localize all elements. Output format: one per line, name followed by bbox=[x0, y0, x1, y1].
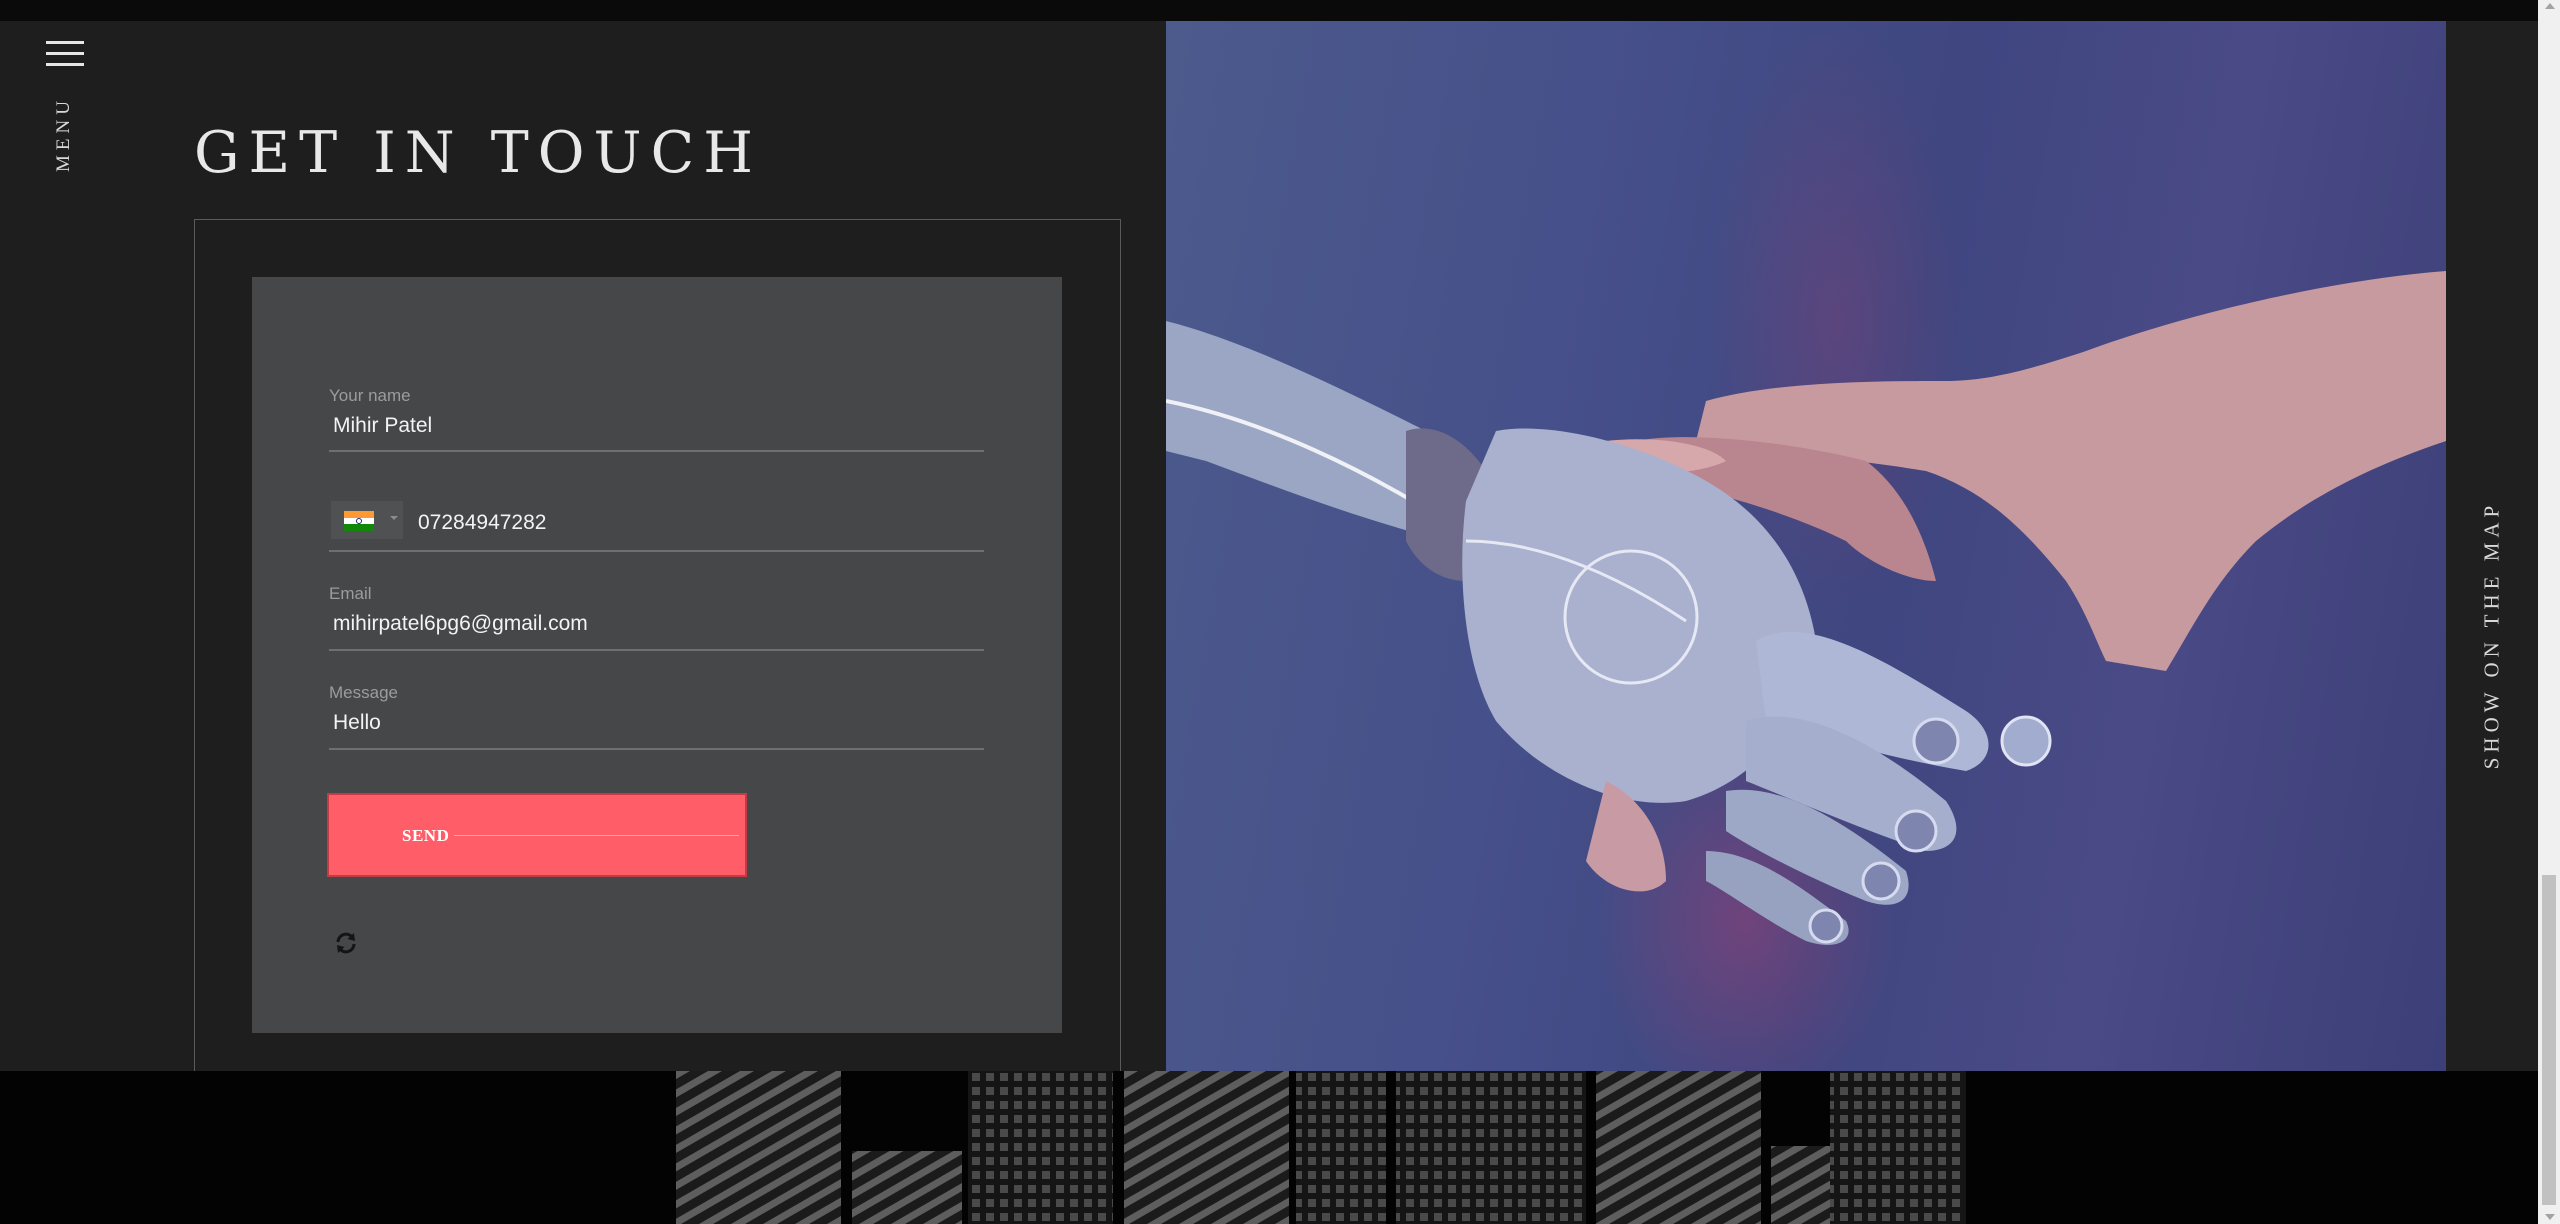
scrollbar-thumb[interactable] bbox=[2542, 875, 2556, 1205]
scrollbar[interactable] bbox=[2538, 0, 2560, 1224]
india-flag-icon bbox=[344, 511, 374, 531]
name-field[interactable]: Your name Mihir Patel bbox=[329, 386, 984, 452]
hamburger-menu-icon[interactable] bbox=[46, 39, 84, 69]
refresh-icon[interactable] bbox=[334, 931, 358, 955]
chevron-down-icon bbox=[390, 516, 398, 520]
menu-label[interactable]: MENU bbox=[53, 96, 75, 172]
show-on-map-link[interactable]: SHOW ON THE MAP bbox=[2480, 501, 2505, 770]
message-label: Message bbox=[329, 683, 398, 702]
send-button[interactable]: SEND bbox=[327, 793, 747, 877]
name-label: Your name bbox=[329, 386, 411, 405]
menu-line bbox=[46, 63, 84, 66]
send-button-label: SEND bbox=[402, 826, 450, 845]
message-field[interactable]: Message Hello bbox=[329, 683, 984, 750]
email-input[interactable]: mihirpatel6pg6@gmail.com bbox=[333, 612, 588, 636]
scroll-up-arrow-icon[interactable] bbox=[2545, 3, 2555, 9]
page-title: GET IN TOUCH bbox=[194, 120, 762, 186]
email-label: Email bbox=[329, 584, 372, 603]
top-bar bbox=[0, 0, 2560, 21]
phone-field[interactable]: 07284947282 bbox=[329, 496, 984, 552]
send-button-line bbox=[454, 835, 739, 836]
hero-handshake-image bbox=[1166, 21, 2446, 1071]
country-code-selector[interactable] bbox=[331, 501, 403, 539]
phone-input[interactable]: 07284947282 bbox=[418, 511, 546, 535]
menu-line bbox=[46, 52, 84, 55]
menu-line bbox=[46, 41, 84, 44]
email-field[interactable]: Email mihirpatel6pg6@gmail.com bbox=[329, 584, 984, 651]
scroll-down-arrow-icon[interactable] bbox=[2545, 1214, 2555, 1220]
footer-cityscape bbox=[0, 1071, 2538, 1224]
name-input[interactable]: Mihir Patel bbox=[333, 414, 432, 438]
message-input[interactable]: Hello bbox=[333, 711, 381, 735]
